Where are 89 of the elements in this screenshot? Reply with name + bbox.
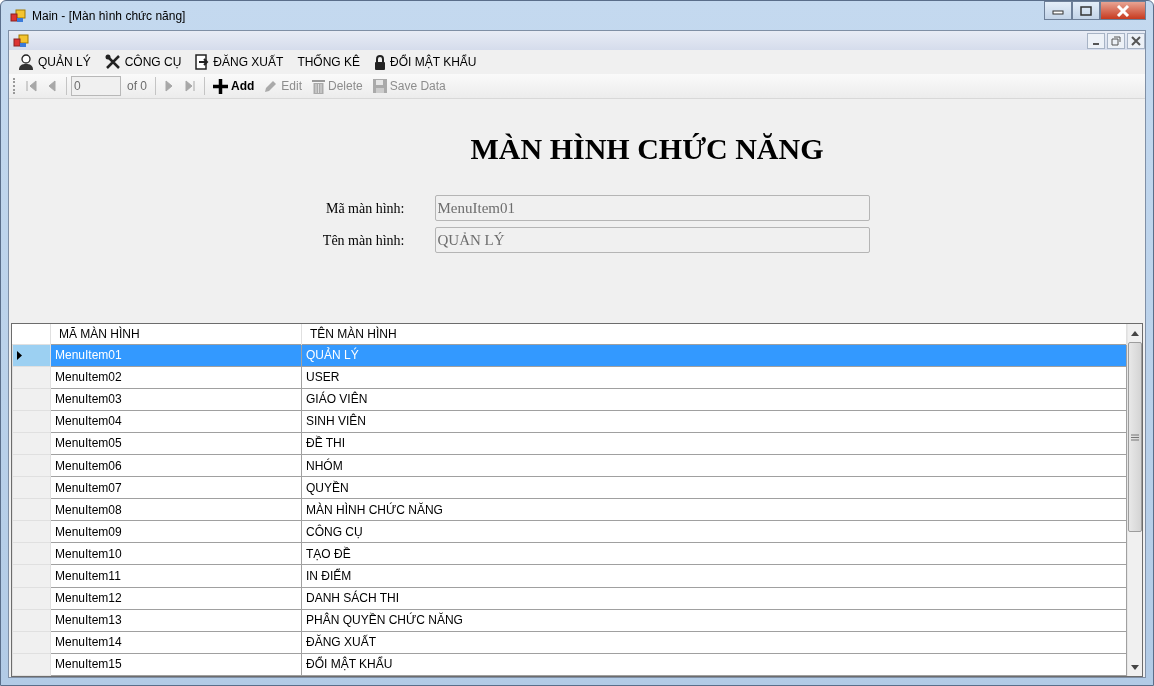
table-cell: ĐỀ THI [301, 432, 1127, 455]
table-cell: NHÓM [301, 454, 1127, 477]
exit-icon [195, 54, 210, 70]
table-cell: MenuItem10 [50, 542, 302, 565]
table-cell: MenuItem02 [50, 366, 302, 389]
table-cell: QUYỀN [301, 476, 1127, 499]
menu-item[interactable]: QUẢN LÝ [13, 51, 96, 73]
table-row[interactable]: MenuItem04 SINH VIÊN [12, 410, 1127, 433]
field-label: Mã màn hình: [324, 199, 405, 218]
table-row[interactable]: MenuItem07 QUYỀN [12, 476, 1127, 499]
app-icon [10, 8, 26, 23]
table-cell: GIÁO VIÊN [301, 388, 1127, 411]
table-row[interactable]: MenuItem08 MÀN HÌNH CHỨC NĂNG [12, 498, 1127, 521]
table-cell: IN ĐIỂM [301, 564, 1127, 588]
minimize-button[interactable] [1087, 32, 1105, 49]
restore-icon [1111, 35, 1121, 46]
table-cell: MenuItem06 [50, 454, 302, 477]
text-field[interactable]: QUẢN LÝ [434, 227, 870, 253]
table-cell: DANH SÁCH THI [301, 587, 1127, 610]
tools-icon [104, 54, 121, 70]
table-cell: USER [301, 366, 1127, 389]
table-row[interactable]: MenuItem06 NHÓM [12, 454, 1127, 477]
table-cell: QUẢN LÝ [301, 344, 1127, 367]
form-heading: MÀN HÌNH CHỨC NĂNG [470, 131, 824, 167]
table-cell: MenuItem11 [50, 564, 302, 588]
table-row[interactable]: MenuItem13 PHÂN QUYỀN CHỨC NĂNG [12, 609, 1127, 632]
table-row[interactable]: MenuItem05 ĐỀ THI [12, 432, 1127, 455]
table-cell: MenuItem07 [50, 476, 302, 499]
table-row[interactable]: MenuItem15 ĐỔI MẬT KHẨU [12, 653, 1127, 676]
table-cell: ĐỔI MẬT KHẨU [301, 653, 1127, 676]
table-cell: MenuItem04 [50, 410, 302, 433]
close-button[interactable] [1100, 1, 1146, 20]
window-title: Main - [Màn hình chức năng] [32, 7, 186, 25]
trash-icon [312, 78, 326, 94]
lock-icon [374, 54, 387, 70]
position-field[interactable]: 0 [71, 76, 121, 96]
minimize-icon [1093, 43, 1099, 45]
maximize-icon [1080, 5, 1092, 16]
table-cell: PHÂN QUYỀN CHỨC NĂNG [301, 609, 1127, 632]
previous-record-icon [47, 80, 58, 92]
first-record-icon [26, 80, 37, 92]
table-cell: CÔNG CỤ [301, 520, 1127, 543]
record-count: of 0 [127, 78, 147, 95]
close-icon [1116, 4, 1130, 17]
menu-item[interactable]: THỐNG KÊ [292, 51, 366, 73]
save-icon [372, 79, 387, 93]
table-cell: TẠO ĐỀ [301, 542, 1127, 565]
pencil-icon [264, 79, 279, 93]
table-row[interactable]: MenuItem10 TẠO ĐỀ [12, 542, 1127, 565]
table-cell: MenuItem01 [50, 344, 302, 367]
table-row[interactable]: MenuItem09 CÔNG CỤ [12, 520, 1127, 543]
table-cell: ĐĂNG XUẤT [301, 631, 1127, 654]
table-cell: MenuItem14 [50, 631, 302, 654]
menu-item[interactable]: ĐĂNG XUẤT [190, 51, 289, 73]
table-cell: MenuItem12 [50, 587, 302, 610]
minimize-button[interactable] [1044, 1, 1072, 20]
last-record-icon [185, 80, 196, 92]
close-button[interactable] [1127, 32, 1145, 49]
user-icon [18, 54, 34, 70]
vertical-scrollbar[interactable] [1127, 324, 1142, 676]
table-row[interactable]: MenuItem11 IN ĐIỂM [12, 564, 1127, 588]
menu-item[interactable]: ĐỔI MẬT KHẨU [369, 51, 482, 73]
scroll-thumb[interactable] [1128, 342, 1142, 532]
table-cell: MenuItem05 [50, 432, 302, 455]
table-cell: MenuItem13 [50, 609, 302, 632]
table-cell: MenuItem08 [50, 498, 302, 521]
app-icon [13, 33, 29, 48]
close-icon [1131, 35, 1141, 46]
next-record-icon [164, 80, 175, 92]
table-cell: SINH VIÊN [301, 410, 1127, 433]
table-row[interactable]: MenuItem03 GIÁO VIÊN [12, 388, 1127, 411]
table-cell: MenuItem03 [50, 388, 302, 411]
table-row[interactable]: MenuItem12 DANH SÁCH THI [12, 587, 1127, 610]
table-row[interactable]: MenuItem02 USER [12, 366, 1127, 389]
scroll-down-icon[interactable] [1131, 664, 1139, 670]
scroll-up-icon[interactable] [1131, 330, 1139, 336]
table-cell: MÀN HÌNH CHỨC NĂNG [301, 498, 1127, 521]
toolbar-button[interactable]: Add [209, 76, 259, 96]
menu-item[interactable]: CÔNG CỤ [99, 51, 187, 73]
table-row[interactable]: MenuItem14 ĐĂNG XUẤT [12, 631, 1127, 654]
column-header[interactable]: TÊN MÀN HÌNH [301, 324, 1127, 344]
current-row-icon [17, 351, 22, 361]
table-cell: MenuItem15 [50, 653, 302, 676]
field-label: Tên màn hình: [321, 231, 405, 250]
maximize-button[interactable] [1072, 1, 1100, 20]
table-cell: MenuItem09 [50, 520, 302, 543]
text-field[interactable]: MenuItem01 [434, 195, 870, 221]
plus-icon [213, 78, 228, 94]
column-header[interactable]: MÃ MÀN HÌNH [50, 324, 302, 344]
